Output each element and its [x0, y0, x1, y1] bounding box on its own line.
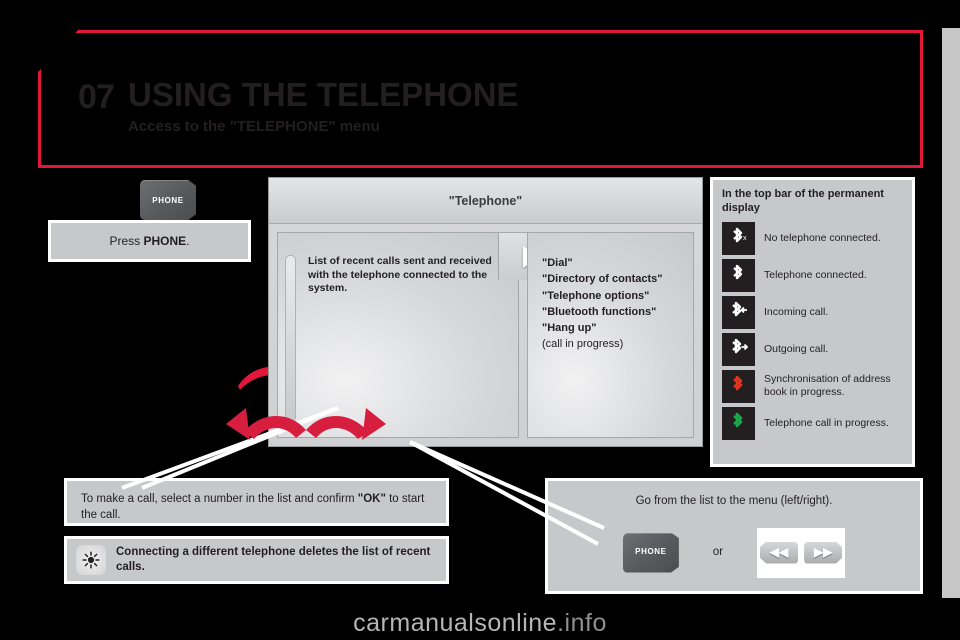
status-row-call-active: Telephone call in progress.	[722, 406, 903, 440]
navigation-icons: PHONE or ▶▶ ▶▶	[548, 527, 920, 578]
navigation-caption: Go from the list to the menu (left/right…	[545, 478, 923, 594]
menu-item-hang-up[interactable]: "Hang up"	[542, 320, 685, 336]
menu-item-list: "Dial" "Directory of contacts" "Telephon…	[542, 255, 685, 353]
press-prefix: Press	[109, 233, 144, 248]
press-phone-caption: Press PHONE.	[48, 220, 251, 262]
seek-next-label: ▶▶	[804, 541, 843, 564]
chapter-number: 07	[78, 78, 115, 116]
watermark: carmanualsonline.info	[0, 609, 960, 638]
status-row-outgoing: Outgoing call.	[722, 332, 903, 366]
bluetooth-incoming-call-icon	[722, 295, 755, 329]
page-title: USING THE TELEPHONE	[128, 76, 519, 113]
status-row-connected: Telephone connected.	[722, 258, 903, 292]
screen-title: "Telephone"	[269, 178, 702, 224]
status-label-outgoing: Outgoing call.	[764, 342, 829, 355]
status-label-sync: Synchronisation of address book in progr…	[764, 373, 891, 398]
menu-item-bluetooth-functions[interactable]: "Bluetooth functions"	[542, 304, 685, 320]
menu-item-dial[interactable]: "Dial"	[542, 255, 685, 271]
bluetooth-no-phone-icon: x	[722, 221, 755, 255]
status-row-incoming: Incoming call.	[722, 295, 903, 329]
menu-item-telephone-options[interactable]: "Telephone options"	[542, 288, 685, 304]
make-call-bold: "OK"	[357, 493, 386, 505]
page-root: 07 USING THE TELEPHONE Access to the "TE…	[0, 0, 960, 640]
status-icons-heading: In the top bar of the permanent display	[722, 188, 884, 214]
status-label-connected: Telephone connected.	[764, 268, 867, 281]
seek-previous-button[interactable]: ▶▶	[757, 527, 802, 578]
recent-calls-text: List of recent calls sent and received w…	[308, 255, 492, 295]
status-label-call-active: Telephone call in progress.	[764, 416, 889, 429]
svg-text:x: x	[743, 235, 747, 242]
make-call-part1: To make a call, select a number in the l…	[81, 493, 358, 505]
status-label-no-phone: No telephone connected.	[764, 231, 881, 244]
seek-previous-label: ▶▶	[760, 542, 798, 564]
make-call-caption: To make a call, select a number in the l…	[64, 478, 449, 526]
screen-body: List of recent calls sent and received w…	[269, 224, 702, 448]
navigation-title: Go from the list to the menu (left/right…	[635, 495, 833, 507]
phone-key-label: PHONE	[152, 195, 184, 205]
status-icons-panel: In the top bar of the permanent display …	[710, 177, 915, 467]
bluetooth-call-active-icon	[722, 406, 755, 440]
status-row-no-phone: x No telephone connected.	[722, 221, 903, 255]
seek-next-button[interactable]: ▶▶	[801, 527, 846, 578]
press-phone-text: Press PHONE.	[109, 233, 189, 249]
content-area: PHONE Press PHONE. "Telephone" List of r…	[38, 172, 923, 600]
telephone-menu-pane[interactable]: "Dial" "Directory of contacts" "Telephon…	[527, 232, 694, 438]
make-call-text: To make a call, select a number in the l…	[67, 481, 446, 534]
bluetooth-outgoing-call-icon	[722, 332, 755, 366]
press-bold: PHONE	[143, 233, 187, 248]
telephone-screen: "Telephone" List of recent calls sent an…	[268, 177, 703, 447]
menu-item-call-in-progress-note: (call in progress)	[542, 338, 624, 351]
nav-phone-key-graphic[interactable]: PHONE	[622, 532, 679, 573]
watermark-main: carmanualsonline	[353, 609, 558, 637]
phone-key-graphic[interactable]: PHONE	[140, 180, 196, 220]
bluetooth-connected-icon	[722, 258, 755, 292]
bluetooth-sync-icon	[722, 369, 755, 403]
recent-calls-pane[interactable]: List of recent calls sent and received w…	[277, 232, 568, 438]
tip-caption: Connecting a different telephone deletes…	[64, 536, 449, 584]
star-tip-icon	[76, 545, 106, 575]
nav-phone-key-label: PHONE	[635, 547, 667, 557]
watermark-dim: .info	[557, 609, 607, 637]
status-label-incoming: Incoming call.	[764, 305, 829, 318]
status-row-sync: Synchronisation of address book in progr…	[722, 369, 903, 403]
page-subtitle: Access to the "TELEPHONE" menu	[128, 118, 380, 135]
right-edge-bar	[942, 28, 960, 598]
navigation-or-label: or	[712, 545, 724, 558]
tip-text: Connecting a different telephone deletes…	[116, 546, 431, 573]
menu-item-directory[interactable]: "Directory of contacts"	[542, 271, 685, 287]
press-suffix: .	[186, 233, 190, 248]
